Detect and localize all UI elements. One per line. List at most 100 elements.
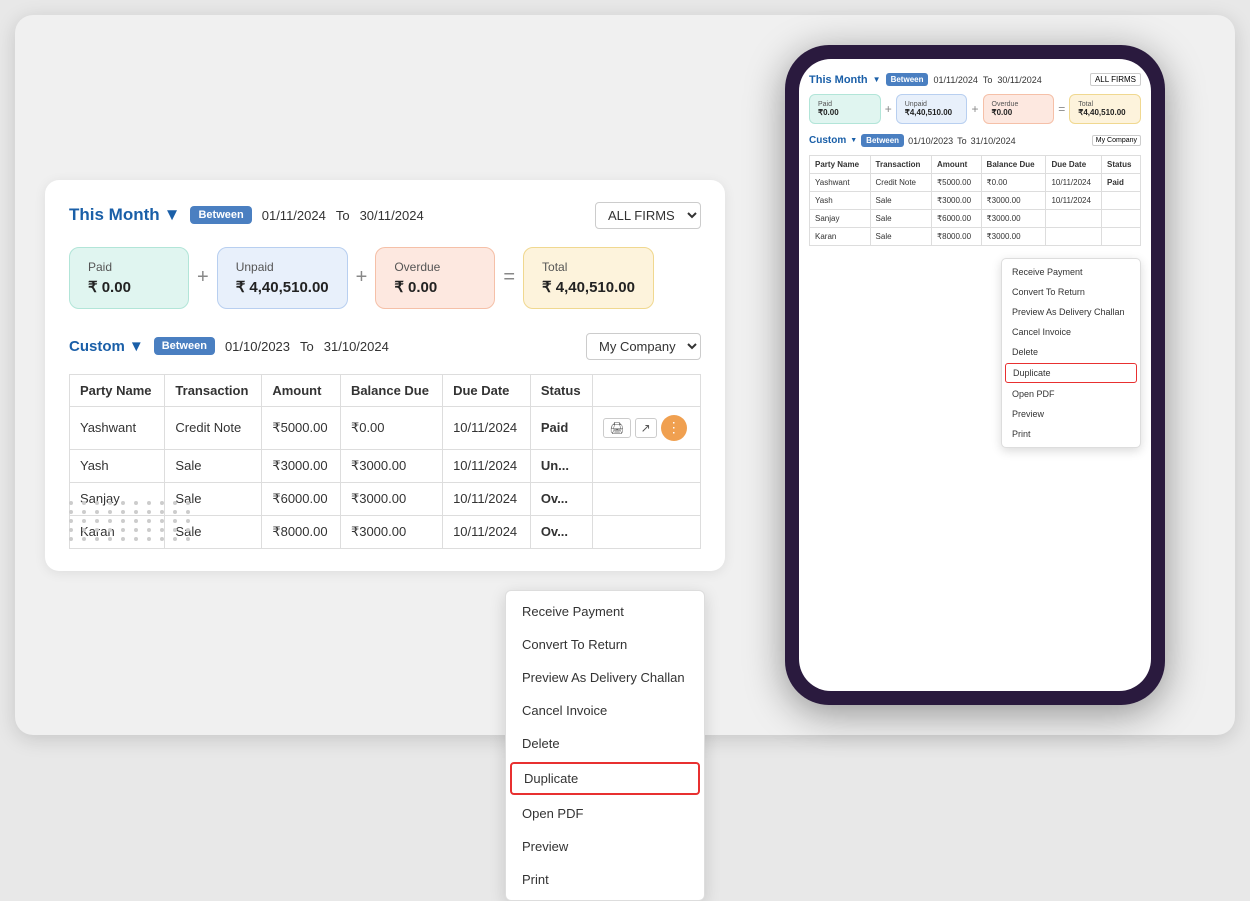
decorative-dot [82, 519, 86, 523]
menu-print[interactable]: Print [506, 863, 704, 896]
decorative-dot [69, 501, 73, 505]
phone-menu-print[interactable]: Print [1002, 424, 1140, 444]
phone-table-row: Sanjay Sale ₹6000.00 ₹3000.00 [810, 210, 1141, 228]
phone-custom-label: Custom [809, 135, 846, 146]
phone-amount-3: ₹6000.00 [932, 210, 982, 228]
phone-amount-1: ₹5000.00 [932, 174, 982, 192]
phone-plus-2: + [971, 102, 978, 116]
phone-context-wrapper: Receive Payment Convert To Return Previe… [809, 254, 1141, 448]
total-value: ₹ 4,40,510.00 [542, 278, 635, 296]
amount-3: ₹8000.00 [262, 515, 341, 548]
col-amount: Amount [262, 374, 341, 406]
phone-status-2 [1101, 192, 1140, 210]
decorative-dot [82, 510, 86, 514]
firm-select-1[interactable]: ALL FIRMS [595, 202, 701, 229]
phone-balance-4: ₹3000.00 [981, 228, 1046, 246]
this-month-selector[interactable]: This Month ▼ [69, 205, 180, 225]
decorative-dot [121, 501, 125, 505]
this-month-label: This Month [69, 205, 160, 225]
phone-panel: This Month ▼ Between 01/11/2024 To 30/11… [745, 35, 1205, 715]
decorative-dot [108, 519, 112, 523]
overdue-label: Overdue [394, 260, 476, 274]
phone-balance-3: ₹3000.00 [981, 210, 1046, 228]
phone-balance-1: ₹0.00 [981, 174, 1046, 192]
decorative-dot [134, 510, 138, 514]
plus-icon-1: + [197, 266, 209, 289]
phone-status-4 [1101, 228, 1140, 246]
phone-menu-open-pdf[interactable]: Open PDF [1002, 384, 1140, 404]
share-btn-0[interactable]: ↗ [635, 418, 657, 438]
phone-due-3 [1046, 210, 1102, 228]
phone-eq: = [1058, 102, 1065, 116]
col-party: Party Name [70, 374, 165, 406]
menu-duplicate[interactable]: Duplicate [510, 762, 700, 795]
menu-convert-return[interactable]: Convert To Return [506, 628, 704, 661]
phone-custom-chevron: ▼ [850, 137, 857, 144]
balance-1: ₹3000.00 [340, 449, 442, 482]
between-badge-1: Between [190, 206, 251, 224]
decorative-dot [108, 537, 112, 541]
party-0: Yashwant [70, 406, 165, 449]
phone-paid-card: Paid ₹0.00 [809, 94, 881, 124]
custom-date-to: 31/10/2024 [324, 339, 389, 354]
phone-col-status: Status [1101, 156, 1140, 174]
phone-menu-convert[interactable]: Convert To Return [1002, 282, 1140, 302]
decorative-dot [173, 537, 177, 541]
phone-due-4 [1046, 228, 1102, 246]
phone-to-1: To [983, 75, 993, 85]
menu-preview-delivery[interactable]: Preview As Delivery Challan [506, 661, 704, 694]
phone-total-card: Total ₹4,40,510.00 [1069, 94, 1141, 124]
phone-menu-preview-delivery[interactable]: Preview As Delivery Challan [1002, 302, 1140, 322]
phone-col-due-date: Due Date [1046, 156, 1102, 174]
decorative-dot [69, 528, 73, 532]
amount-0: ₹5000.00 [262, 406, 341, 449]
decorative-dot [134, 537, 138, 541]
more-btn-0[interactable]: ⋮ [661, 415, 687, 441]
phone-context-menu: Receive Payment Convert To Return Previe… [1001, 258, 1141, 448]
col-due-date: Due Date [443, 374, 531, 406]
decorative-dot [95, 501, 99, 505]
status-0: Paid [530, 406, 593, 449]
balance-3: ₹3000.00 [340, 515, 442, 548]
col-transaction: Transaction [165, 374, 262, 406]
phone-transaction-4: Sale [870, 228, 932, 246]
status-2: Ov... [530, 482, 593, 515]
col-balance: Balance Due [340, 374, 442, 406]
phone-party-1: Yashwant [810, 174, 871, 192]
total-card: Total ₹ 4,40,510.00 [523, 247, 654, 309]
actions-1 [593, 449, 701, 482]
phone-menu-receive[interactable]: Receive Payment [1002, 262, 1140, 282]
menu-receive-payment[interactable]: Receive Payment [506, 595, 704, 628]
phone-menu-delete[interactable]: Delete [1002, 342, 1140, 362]
actions-3 [593, 515, 701, 548]
phone-transaction-2: Sale [870, 192, 932, 210]
phone-firm-2: My Company [1092, 135, 1141, 146]
phone-table: Party Name Transaction Amount Balance Du… [809, 155, 1141, 246]
actions-2 [593, 482, 701, 515]
decorative-dot [82, 528, 86, 532]
table-row: Yash Sale ₹3000.00 ₹3000.00 10/11/2024 U… [70, 449, 701, 482]
unpaid-card: Unpaid ₹ 4,40,510.00 [217, 247, 348, 309]
phone-screen: This Month ▼ Between 01/11/2024 To 30/11… [799, 59, 1151, 691]
paid-value: ₹ 0.00 [88, 278, 170, 296]
phone-table-row: Karan Sale ₹8000.00 ₹3000.00 [810, 228, 1141, 246]
phone-menu-preview[interactable]: Preview [1002, 404, 1140, 424]
firm-select-2[interactable]: My Company [586, 333, 701, 360]
menu-delete[interactable]: Delete [506, 727, 704, 760]
decorative-dot [173, 501, 177, 505]
custom-selector[interactable]: Custom ▼ [69, 338, 144, 355]
phone-menu-duplicate[interactable]: Duplicate [1005, 363, 1137, 383]
phone-month-chevron: ▼ [873, 75, 881, 84]
phone-menu-cancel[interactable]: Cancel Invoice [1002, 322, 1140, 342]
menu-open-pdf[interactable]: Open PDF [506, 797, 704, 830]
context-menu: Receive Payment Convert To Return Previe… [505, 590, 705, 901]
decorative-dot [95, 537, 99, 541]
decorative-dot [121, 537, 125, 541]
menu-cancel-invoice[interactable]: Cancel Invoice [506, 694, 704, 727]
phone-unpaid-value: ₹4,40,510.00 [905, 108, 959, 117]
decorative-dot [108, 528, 112, 532]
menu-preview[interactable]: Preview [506, 830, 704, 863]
phone-paid-label: Paid [818, 101, 872, 108]
print-btn-0[interactable]: 🖨 [603, 418, 630, 438]
phone-status-3 [1101, 210, 1140, 228]
